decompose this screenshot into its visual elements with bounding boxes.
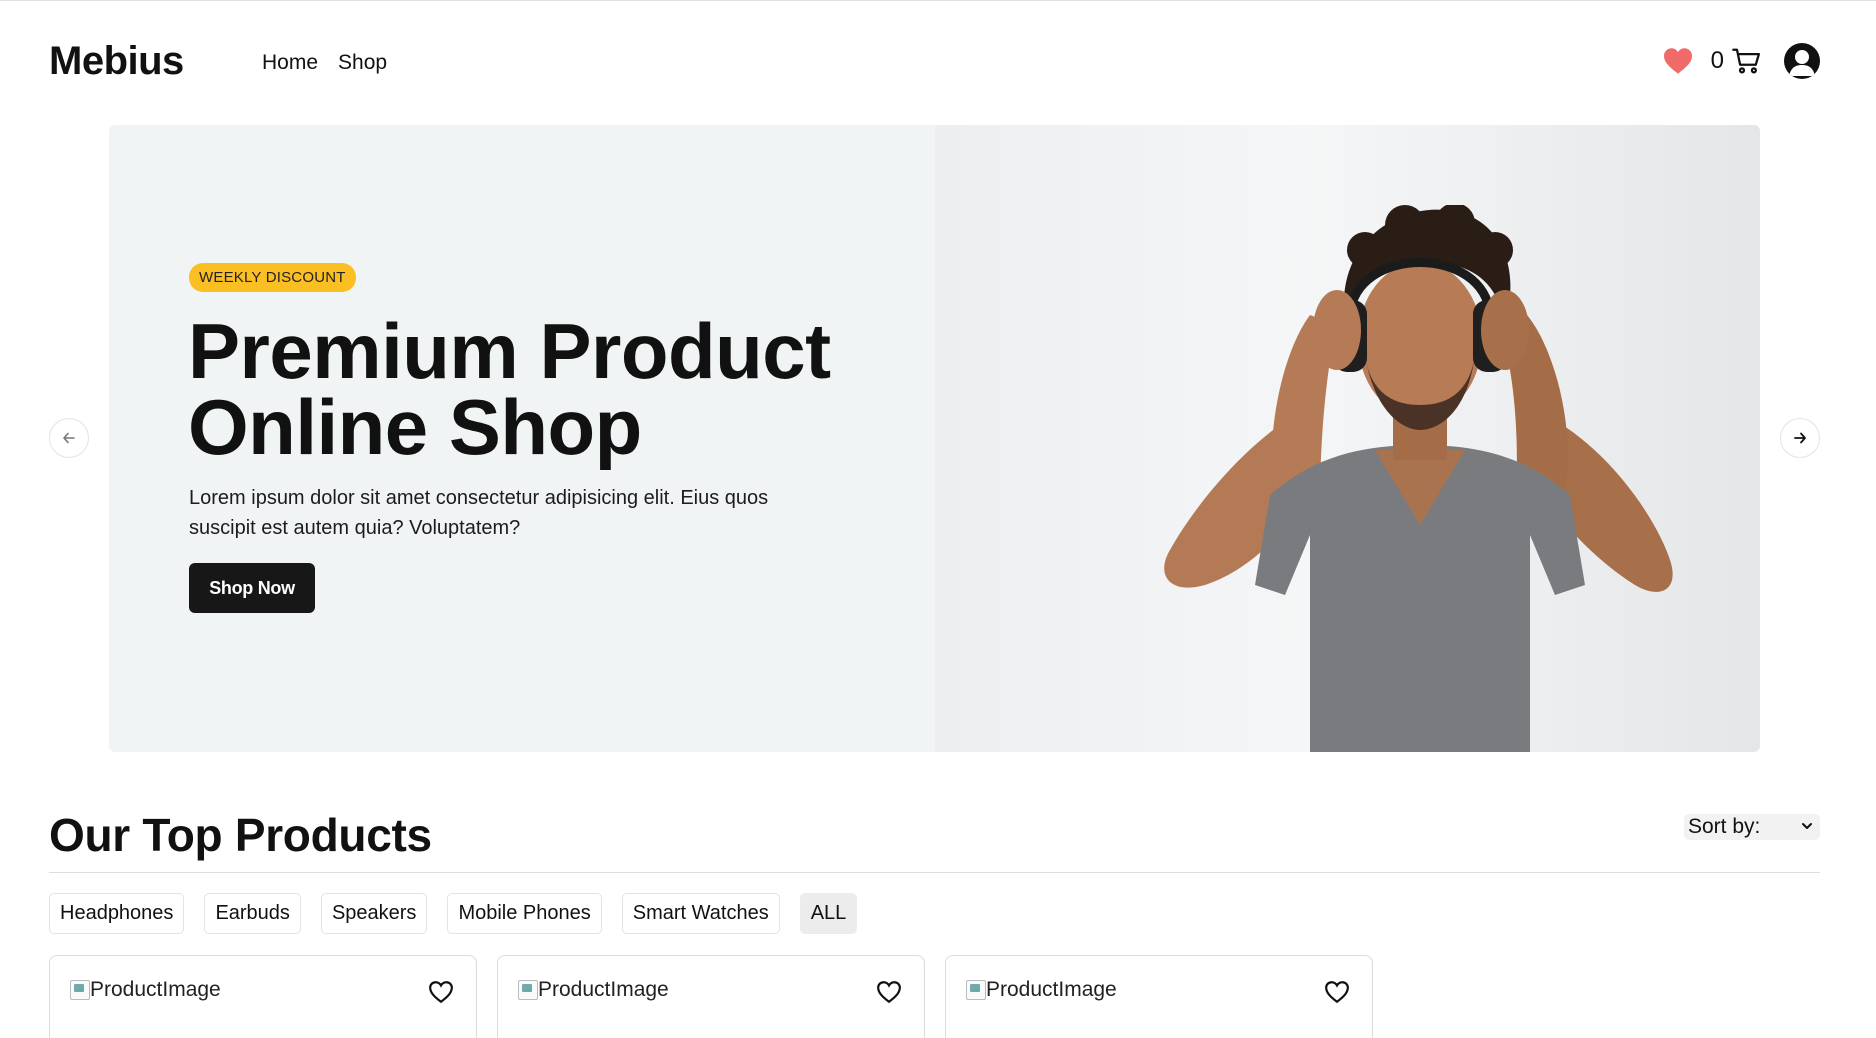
filter-mobile-phones[interactable]: Mobile Phones <box>447 893 602 934</box>
product-image[interactable]: ProductImage <box>518 978 669 1002</box>
heart-outline-icon <box>877 981 901 1004</box>
heart-filled-icon <box>1663 48 1692 74</box>
user-icon <box>1789 50 1815 76</box>
product-image-alt: ProductImage <box>538 978 669 1001</box>
sort-label: Sort by: <box>1688 815 1761 838</box>
hero-title-line2: Online Shop <box>188 383 642 471</box>
nav-item-home[interactable]: Home <box>262 51 318 75</box>
heart-outline-icon <box>1325 981 1349 1004</box>
broken-image-icon <box>70 980 90 1000</box>
site-header: Mebius Home Shop 0 <box>0 1 1876 121</box>
filter-all[interactable]: ALL <box>799 893 858 934</box>
user-avatar[interactable] <box>1784 43 1820 79</box>
broken-image-icon <box>966 980 986 1000</box>
wishlist-button[interactable] <box>1661 44 1695 78</box>
filter-speakers[interactable]: Speakers <box>320 893 428 934</box>
hero-banner: WEEKLY DISCOUNT Premium Product Online S… <box>109 125 1760 752</box>
header-actions: 0 <box>1661 43 1820 79</box>
hero-person-image <box>1164 205 1673 752</box>
cart-count: 0 <box>1710 47 1724 74</box>
brand-logo[interactable]: Mebius <box>49 39 184 84</box>
broken-image-icon <box>518 980 538 1000</box>
filter-headphones[interactable]: Headphones <box>49 893 185 934</box>
section-divider <box>49 872 1820 873</box>
nav-item-shop[interactable]: Shop <box>338 51 387 75</box>
hero-title-line1: Premium Product <box>188 307 831 395</box>
discount-badge: WEEKLY DISCOUNT <box>189 263 356 292</box>
product-image-alt: ProductImage <box>986 978 1117 1001</box>
filter-smart-watches[interactable]: Smart Watches <box>621 893 780 934</box>
filter-earbuds[interactable]: Earbuds <box>204 893 301 934</box>
cart-button[interactable] <box>1730 44 1764 78</box>
product-grid: ProductImage ProductImage ProductImage <box>49 955 1373 1038</box>
hero-description: Lorem ipsum dolor sit amet consectetur a… <box>189 487 769 539</box>
section-title: Our Top Products <box>49 809 432 861</box>
product-card[interactable]: ProductImage <box>49 955 477 1038</box>
product-image[interactable]: ProductImage <box>70 978 221 1002</box>
arrow-left-icon <box>63 432 75 444</box>
product-image[interactable]: ProductImage <box>966 978 1117 1002</box>
arrow-right-icon <box>1794 432 1806 444</box>
product-image-alt: ProductImage <box>90 978 221 1001</box>
heart-outline-icon <box>429 981 453 1004</box>
add-to-wishlist-button[interactable] <box>874 978 904 1006</box>
shop-now-button[interactable]: Shop Now <box>189 563 315 613</box>
carousel-next-button[interactable] <box>1780 418 1820 458</box>
category-filters: Headphones Earbuds Speakers Mobile Phone… <box>49 893 858 934</box>
sort-select[interactable]: Sort by: <box>1684 814 1820 840</box>
add-to-wishlist-button[interactable] <box>426 978 456 1006</box>
carousel-prev-button[interactable] <box>49 418 89 458</box>
hero-title: Premium Product Online Shop <box>188 312 908 466</box>
cart-icon <box>1732 48 1760 74</box>
chevron-down-icon <box>1802 823 1812 829</box>
main-nav: Home Shop <box>262 51 387 75</box>
add-to-wishlist-button[interactable] <box>1322 978 1352 1006</box>
product-card[interactable]: ProductImage <box>945 955 1373 1038</box>
product-card[interactable]: ProductImage <box>497 955 925 1038</box>
